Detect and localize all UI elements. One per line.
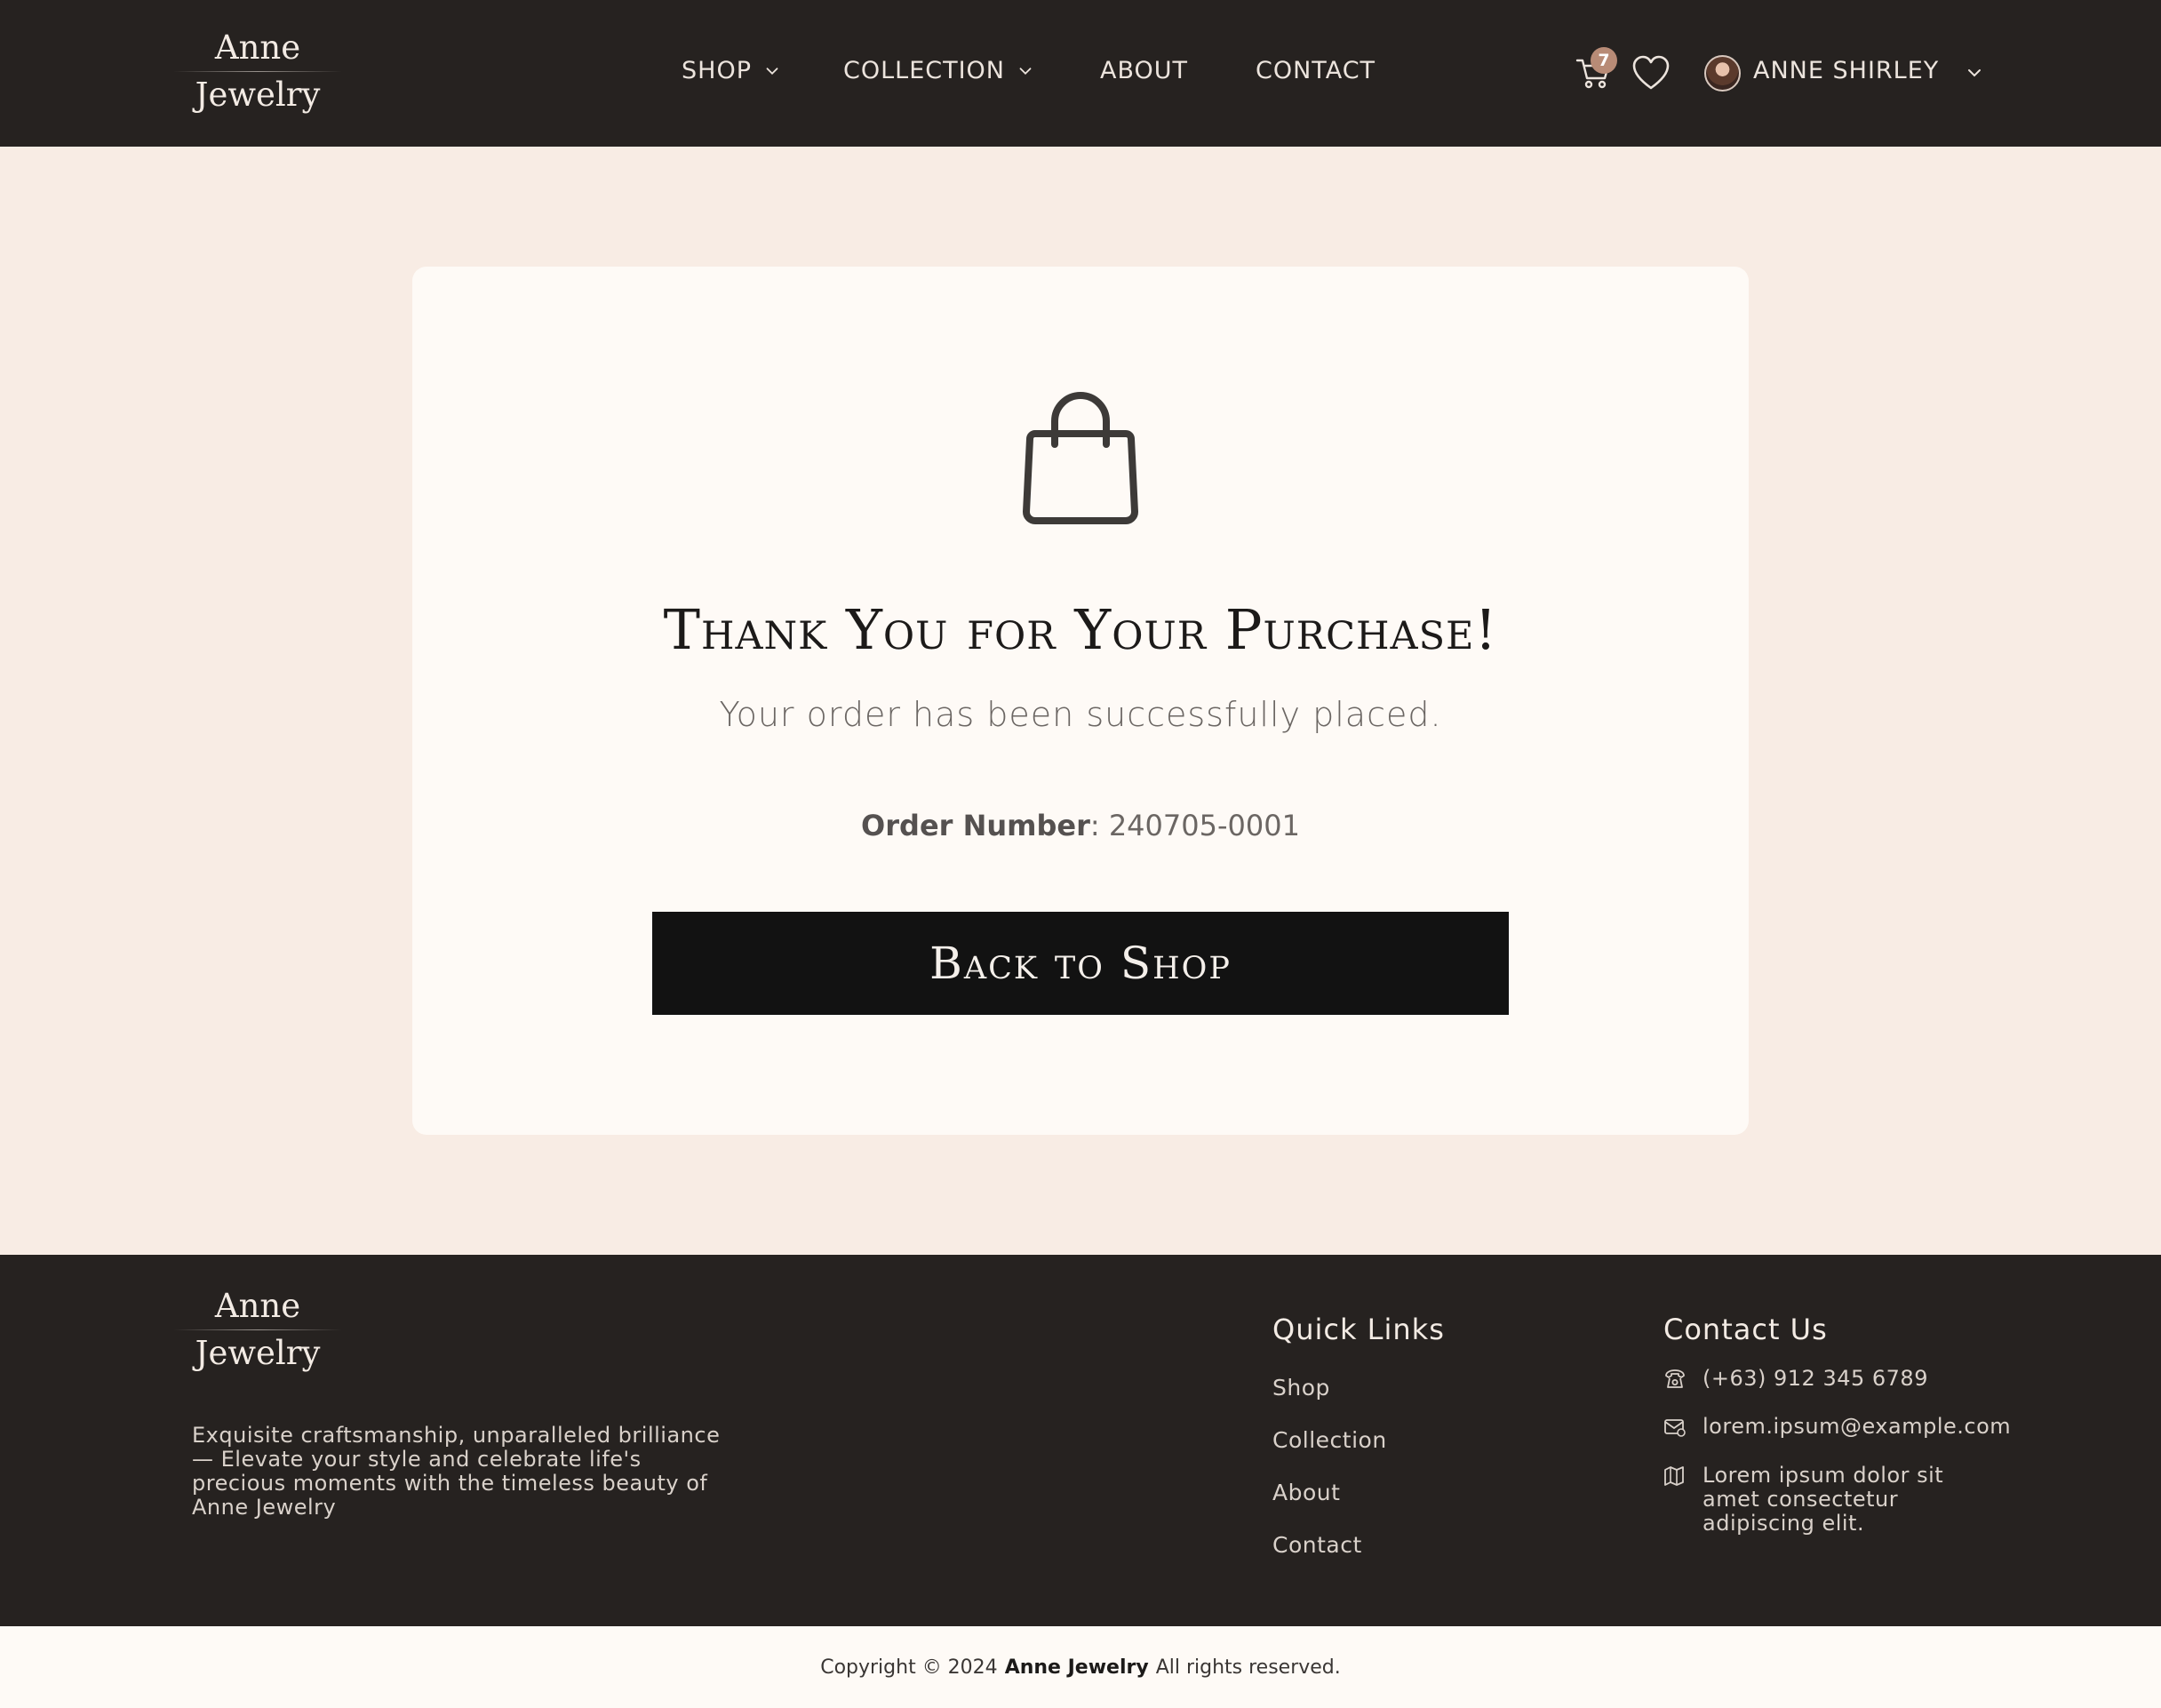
copyright-bar: Copyright © 2024 Anne Jewelry All rights… xyxy=(0,1626,2161,1708)
logo-line-2: Jewelry xyxy=(195,1334,321,1372)
logo-divider xyxy=(173,1329,342,1330)
header-logo[interactable]: Anne Jewelry xyxy=(173,26,342,117)
nav-contact-label: CONTACT xyxy=(1256,57,1376,84)
copyright-suffix: All rights reserved. xyxy=(1155,1656,1341,1679)
contact-phone[interactable]: (+63) 912 345 6789 xyxy=(1663,1367,2005,1391)
footer-link-collection[interactable]: Collection xyxy=(1272,1427,1387,1453)
page-title: Thank You for Your Purchase! xyxy=(663,597,1498,662)
heart-icon[interactable] xyxy=(1631,54,1671,92)
order-number-value: 240705-0001 xyxy=(1108,809,1300,842)
nav-collection[interactable]: COLLECTION xyxy=(843,57,1035,84)
nav-contact[interactable]: CONTACT xyxy=(1256,57,1376,84)
site-header: Anne Jewelry SHOP COLLECTION ABOUT CONTA… xyxy=(0,0,2161,147)
back-to-shop-button[interactable]: Back to Shop xyxy=(652,912,1509,1015)
nav-about-label: ABOUT xyxy=(1100,57,1189,84)
footer-link-about[interactable]: About xyxy=(1272,1480,1340,1505)
contact-us-heading: Contact Us xyxy=(1663,1313,1828,1346)
logo-line-1: Anne xyxy=(214,28,301,67)
contact-address-text: Lorem ipsum dolor sit amet consectetur a… xyxy=(1702,1463,1944,1536)
cart-count-badge: 7 xyxy=(1591,47,1617,74)
nav-about[interactable]: ABOUT xyxy=(1100,57,1188,84)
contact-address[interactable]: Lorem ipsum dolor sit amet consectetur a… xyxy=(1663,1464,2005,1536)
user-name[interactable]: ANNE SHIRLEY xyxy=(1753,57,1939,84)
site-footer: Anne Jewelry Exquisite craftsmanship, un… xyxy=(0,1255,2161,1626)
footer-tagline: Exquisite craftsmanship, unparalleled br… xyxy=(192,1423,721,1520)
contact-email-text: lorem.ipsum@example.com xyxy=(1702,1414,2012,1439)
logo-divider xyxy=(173,71,342,72)
footer-link-shop[interactable]: Shop xyxy=(1272,1375,1330,1401)
footer-link-contact[interactable]: Contact xyxy=(1272,1532,1362,1558)
chevron-down-icon[interactable] xyxy=(1964,62,1985,84)
chevron-down-icon xyxy=(766,67,778,75)
nav-shop-label: SHOP xyxy=(682,57,752,84)
contact-email[interactable]: lorem.ipsum@example.com xyxy=(1663,1414,2012,1439)
contact-phone-text: (+63) 912 345 6789 xyxy=(1702,1366,1928,1391)
map-icon xyxy=(1664,1466,1684,1486)
nav-shop[interactable]: SHOP xyxy=(682,57,782,84)
logo-line-1: Anne xyxy=(214,1287,301,1325)
copyright-brand: Anne Jewelry xyxy=(1004,1656,1149,1679)
order-number-label: Order Number xyxy=(861,809,1090,842)
order-number-line: Order Number: 240705-0001 xyxy=(412,809,1749,842)
phone-icon xyxy=(1665,1369,1685,1388)
quick-links-heading: Quick Links xyxy=(1272,1313,1445,1346)
mail-icon xyxy=(1664,1419,1686,1437)
copyright-prefix: Copyright © 2024 xyxy=(820,1656,998,1679)
chevron-down-icon xyxy=(1019,67,1032,75)
shopping-bag-icon xyxy=(1023,392,1138,524)
footer-logo[interactable]: Anne Jewelry xyxy=(173,1284,342,1376)
avatar[interactable] xyxy=(1704,55,1741,92)
nav-collection-label: COLLECTION xyxy=(843,57,1006,84)
order-success-message: Your order has been successfully placed. xyxy=(719,695,1442,734)
logo-line-2: Jewelry xyxy=(195,76,321,114)
order-number-separator: : xyxy=(1089,809,1109,842)
